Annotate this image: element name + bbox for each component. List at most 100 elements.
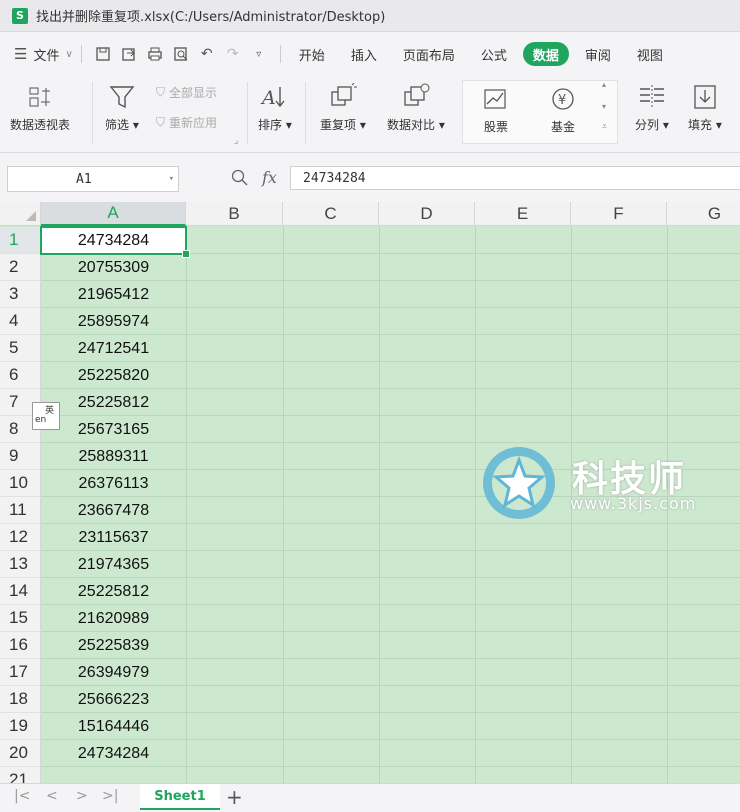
cell-a11[interactable]: 23667478	[41, 497, 186, 524]
first-sheet-icon[interactable]: |<	[14, 788, 30, 804]
formula-input[interactable]: 24734284	[290, 166, 740, 190]
cell-a20[interactable]: 24734284	[41, 740, 186, 767]
cell-a9[interactable]: 25889311	[41, 443, 186, 470]
undo-icon[interactable]: ↶	[198, 45, 216, 63]
row-header-13[interactable]: 13	[0, 551, 41, 578]
cell-a10[interactable]: 26376113	[41, 470, 186, 497]
sheet-tab-sheet1[interactable]: Sheet1	[140, 784, 220, 810]
filter-dialog-launcher-icon[interactable]: ⌟	[234, 136, 238, 146]
redo-icon[interactable]: ↷	[224, 45, 242, 63]
row-header-20[interactable]: 20	[0, 740, 41, 767]
cell-a8[interactable]: 25673165	[41, 416, 186, 443]
column-header-b[interactable]: B	[186, 202, 283, 226]
duplicates-button[interactable]: 重复项 ▾	[320, 82, 366, 133]
column-header-f[interactable]: F	[571, 202, 667, 226]
show-all-label: 全部显示	[169, 86, 218, 100]
row-header-4[interactable]: 4	[0, 308, 41, 335]
print-preview-icon[interactable]	[172, 45, 190, 63]
pivot-table-button[interactable]: 数据透视表	[10, 82, 70, 133]
row-header-19[interactable]: 19	[0, 713, 41, 740]
row-header-18[interactable]: 18	[0, 686, 41, 713]
show-all-button[interactable]: ⛉ 全部显示	[156, 84, 217, 101]
fill-button[interactable]: 填充 ▾	[688, 82, 722, 133]
column-header-g[interactable]: G	[667, 202, 740, 226]
cell-a4[interactable]: 25895974	[41, 308, 186, 335]
row-header-12[interactable]: 12	[0, 524, 41, 551]
cell-a14[interactable]: 25225812	[41, 578, 186, 605]
cell-a15[interactable]: 21620989	[41, 605, 186, 632]
row-header-10[interactable]: 10	[0, 470, 41, 497]
select-all-corner[interactable]	[0, 202, 41, 226]
tab-view[interactable]: 视图	[627, 42, 673, 66]
filter-label: 筛选 ▾	[105, 118, 139, 132]
grid-line	[475, 226, 476, 783]
name-box[interactable]: A1 ▾	[7, 166, 179, 192]
row-header-2[interactable]: 2	[0, 254, 41, 281]
ime-indicator[interactable]: 英 en	[32, 402, 60, 430]
row-header-1[interactable]: 1	[0, 227, 41, 254]
tab-page-layout[interactable]: 页面布局	[393, 42, 465, 66]
cell-a2[interactable]: 20755309	[41, 254, 186, 281]
zoom-formula-icon[interactable]	[231, 169, 249, 191]
reapply-button[interactable]: ⛉ 重新应用	[156, 114, 217, 131]
tab-review[interactable]: 审阅	[575, 42, 621, 66]
cell-a13[interactable]: 21974365	[41, 551, 186, 578]
fund-label: 基金	[550, 120, 575, 134]
stock-button[interactable]: 股票	[483, 84, 509, 135]
sort-button[interactable]: A 排序 ▾	[258, 82, 292, 133]
spreadsheet-grid[interactable]: A B C D E F G 1 2 20755309 3 21965412 4 258959…	[0, 202, 740, 783]
row-header-15[interactable]: 15	[0, 605, 41, 632]
row-header-16[interactable]: 16	[0, 632, 41, 659]
column-header-e[interactable]: E	[475, 202, 571, 226]
prev-sheet-icon[interactable]: <	[46, 788, 58, 804]
data-compare-button[interactable]: 数据对比 ▾	[387, 82, 445, 133]
cell-a16[interactable]: 25225839	[41, 632, 186, 659]
chevron-down-icon[interactable]: ▾	[169, 174, 174, 184]
watermark-url: www.3kjs.com	[570, 494, 697, 513]
file-menu[interactable]: ☰ 文件 ∨	[14, 45, 73, 64]
row-header-21[interactable]: 21	[0, 767, 41, 783]
row-header-17[interactable]: 17	[0, 659, 41, 686]
row-header-6[interactable]: 6	[0, 362, 41, 389]
split-column-button[interactable]: 分列 ▾	[635, 82, 669, 133]
export-icon[interactable]	[120, 45, 138, 63]
fill-handle[interactable]	[182, 250, 190, 258]
gallery-expand-icon[interactable]: ⩡	[602, 122, 607, 132]
cell-a18[interactable]: 25666223	[41, 686, 186, 713]
tab-formulas[interactable]: 公式	[471, 42, 517, 66]
tab-home[interactable]: 开始	[289, 42, 335, 66]
cell-a12[interactable]: 23115637	[41, 524, 186, 551]
fund-button[interactable]: ¥ 基金	[550, 84, 576, 135]
cell-a19[interactable]: 15164446	[41, 713, 186, 740]
add-sheet-icon[interactable]: +	[226, 785, 243, 809]
app-logo-icon: S	[12, 7, 28, 24]
file-menu-label: 文件	[33, 48, 60, 64]
gallery-scroll-down-icon[interactable]: ▾	[602, 102, 606, 111]
cell-a7[interactable]: 25225812	[41, 389, 186, 416]
save-icon[interactable]	[94, 45, 112, 63]
filter-button[interactable]: 筛选 ▾	[105, 82, 139, 133]
cell-a5[interactable]: 24712541	[41, 335, 186, 362]
cell-a6[interactable]: 25225820	[41, 362, 186, 389]
print-icon[interactable]	[146, 45, 164, 63]
tab-insert[interactable]: 插入	[341, 42, 387, 66]
row-header-14[interactable]: 14	[0, 578, 41, 605]
cell-a21[interactable]	[41, 767, 186, 783]
row-header-11[interactable]: 11	[0, 497, 41, 524]
cell-a3[interactable]: 21965412	[41, 281, 186, 308]
customize-dropdown-icon[interactable]: ▿	[250, 45, 268, 63]
tab-data[interactable]: 数据	[522, 42, 569, 66]
next-sheet-icon[interactable]: >	[76, 788, 88, 804]
insert-function-icon[interactable]: fx	[262, 168, 277, 187]
yen-coin-icon: ¥	[550, 84, 576, 114]
gallery-scroll-up-icon[interactable]: ▴	[602, 80, 606, 89]
column-header-c[interactable]: C	[283, 202, 379, 226]
row-header-9[interactable]: 9	[0, 443, 41, 470]
row-header-5[interactable]: 5	[0, 335, 41, 362]
row-header-3[interactable]: 3	[0, 281, 41, 308]
column-header-a[interactable]: A	[41, 202, 186, 226]
column-header-d[interactable]: D	[379, 202, 475, 226]
divider	[92, 82, 93, 144]
last-sheet-icon[interactable]: >|	[102, 788, 118, 804]
cell-a17[interactable]: 26394979	[41, 659, 186, 686]
